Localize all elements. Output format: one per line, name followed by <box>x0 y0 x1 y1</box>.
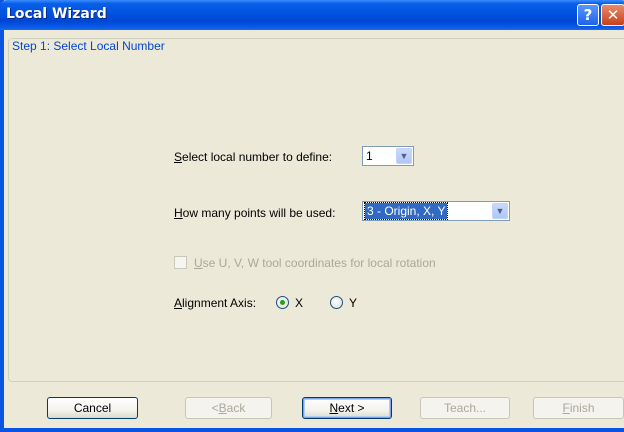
finish-button-rest: inish <box>569 401 595 415</box>
points-label-text: ow many points will be used: <box>182 206 336 220</box>
finish-button[interactable]: Finish <box>533 397 624 419</box>
next-button-rest: ext > <box>338 401 365 415</box>
next-button-mnemonic: N <box>329 401 339 415</box>
alignment-y-label: Y <box>349 296 358 310</box>
radio-selected-dot <box>280 300 285 305</box>
points-select[interactable]: 3 - Origin, X, Y ▼ <box>362 201 510 221</box>
next-button[interactable]: Next > <box>302 397 392 419</box>
back-button-rest: ack <box>226 401 246 415</box>
alignment-x-radio[interactable] <box>276 296 289 309</box>
back-button[interactable]: < Back <box>185 397 272 419</box>
title-bar[interactable]: Local Wizard ? ✕ <box>0 0 624 30</box>
alignment-mnemonic: A <box>174 296 183 310</box>
local-number-label: Select local number to define: <box>174 150 332 164</box>
tool-coords-mnemonic: U <box>194 256 203 270</box>
close-button[interactable]: ✕ <box>601 4 624 26</box>
points-mnemonic: H <box>174 206 183 220</box>
alignment-label: Alignment Axis: <box>174 296 256 310</box>
back-button-mnemonic: B <box>218 401 227 415</box>
chevron-down-icon[interactable]: ▼ <box>492 203 508 219</box>
teach-button-label: Teach... <box>443 401 487 415</box>
help-icon: ? <box>583 6 593 24</box>
alignment-x-label: X <box>295 296 304 310</box>
points-label: How many points will be used: <box>174 206 335 220</box>
teach-button[interactable]: Teach... <box>420 397 510 419</box>
finish-button-mnemonic: F <box>562 401 570 415</box>
help-button[interactable]: ? <box>577 4 599 26</box>
cancel-button[interactable]: Cancel <box>47 397 138 419</box>
tool-coords-label-text: se U, V, W tool coordinates for local ro… <box>202 256 436 270</box>
close-icon: ✕ <box>606 6 620 24</box>
local-number-mnemonic: S <box>174 150 183 164</box>
alignment-y-radio[interactable] <box>330 296 343 309</box>
chevron-down-icon[interactable]: ▼ <box>396 148 412 164</box>
cancel-button-label: Cancel <box>73 401 112 415</box>
window-title: Local Wizard <box>6 6 107 22</box>
tool-coords-checkbox[interactable] <box>174 256 187 269</box>
points-value: 3 - Origin, X, Y <box>363 202 449 220</box>
step-legend: Step 1: Select Local Number <box>10 39 167 53</box>
back-button-prefix: < <box>211 401 219 415</box>
local-number-value: 1 <box>366 149 373 163</box>
tool-coords-label: Use U, V, W tool coordinates for local r… <box>194 256 436 270</box>
local-number-label-text: elect local number to define: <box>182 150 333 164</box>
alignment-label-text: lignment Axis: <box>182 296 257 310</box>
local-number-select[interactable]: 1 ▼ <box>362 146 414 166</box>
